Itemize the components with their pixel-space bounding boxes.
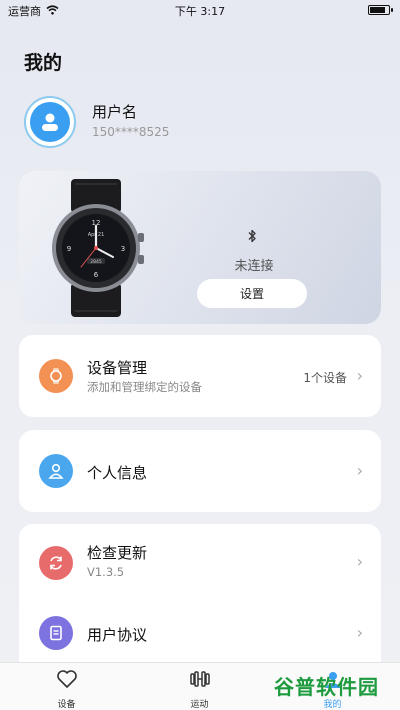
tab-devices[interactable]: 设备 [0,663,133,710]
user-agreement-title: 用户协议 [87,626,148,644]
chevron-right-icon: › [356,461,363,480]
device-count: 1个设备 [303,371,347,385]
personal-info-title: 个人信息 [87,464,148,482]
app-version: V1.3.5 [87,565,125,579]
svg-text:6: 6 [94,271,99,279]
svg-text:3: 3 [121,245,125,253]
page-title: 我的 [24,52,63,74]
svg-text:9: 9 [67,245,71,253]
device-management-card[interactable]: 设备管理 添加和管理绑定的设备 1个设备 › [19,335,381,417]
bluetooth-icon [247,229,257,247]
avatar[interactable] [24,96,76,148]
battery-icon [368,5,393,15]
document-icon [39,616,73,650]
watermark-logo: 谷普软件园 [274,675,379,699]
device-settings-button[interactable]: 设置 [197,279,307,308]
user-icon [30,102,70,142]
tab-exercise-label: 运动 [190,700,209,710]
device-card[interactable]: 12 6 9 3 Apr 21 2845 未连接 设置 [19,171,381,324]
tab-exercise[interactable]: 运动 [133,663,266,710]
device-management-title: 设备管理 [87,359,148,377]
personal-info-card[interactable]: 个人信息 › [19,430,381,512]
personal-info-row[interactable]: 个人信息 › [19,430,381,512]
tab-devices-label: 设备 [57,700,76,710]
refresh-icon [39,546,73,580]
watch-icon [39,359,73,393]
chevron-right-icon: › [356,623,363,642]
status-bar: 运营商 下午 3:17 [0,0,400,20]
device-management-subtitle: 添加和管理绑定的设备 [87,380,202,394]
user-name[interactable]: 用户名 [92,101,137,122]
heart-icon [0,669,133,693]
connection-status: 未连接 [234,259,274,274]
watch-step-text: 2845 [90,259,102,265]
check-update-title: 检查更新 [87,544,148,562]
status-time: 下午 3:17 [174,5,226,18]
settings-card: 检查更新 V1.3.5 › 用户协议 › [19,524,381,674]
watch-image: 12 6 9 3 Apr 21 2845 [52,179,144,317]
user-phone: 150****8525 [92,125,170,139]
chevron-right-icon: › [356,366,363,385]
person-icon [39,454,73,488]
chevron-right-icon: › [356,552,363,571]
dumbbell-icon [133,669,266,693]
device-management-row[interactable]: 设备管理 添加和管理绑定的设备 1个设备 › [19,335,381,417]
